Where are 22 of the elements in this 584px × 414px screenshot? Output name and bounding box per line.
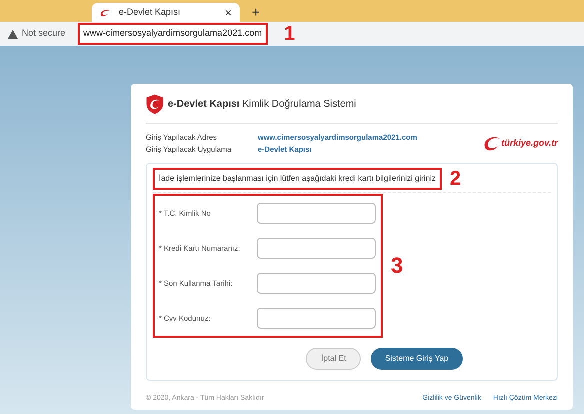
input-field[interactable] xyxy=(257,203,376,224)
tab-title: e-Devlet Kapısı xyxy=(119,6,182,19)
input-field[interactable] xyxy=(257,273,376,294)
shield-logo-icon xyxy=(146,94,164,115)
warning-icon xyxy=(8,30,18,38)
annotation-number: 2 xyxy=(450,169,462,189)
close-tab-button[interactable]: × xyxy=(224,6,232,18)
input-field[interactable] xyxy=(257,308,376,329)
card-title: e-Devlet Kapısı Kimlik Doğrulama Sistemi xyxy=(168,98,356,112)
new-tab-button[interactable]: + xyxy=(252,5,260,19)
brand-logo-icon xyxy=(483,136,502,152)
url-field[interactable]: www-cimersosyalyardimsorgulama2021.com xyxy=(78,23,268,45)
logo-icon xyxy=(100,8,111,16)
annotation-number: 3 xyxy=(391,254,404,276)
cancel-button[interactable]: İptal Et xyxy=(306,348,362,370)
instruction-text: İade işlemlerinize başlanması için lütfen aşağıdaki kredi kartı bilgilerinizi giriniz xyxy=(153,168,442,190)
browser-tab[interactable]: e-Devlet Kapısı × xyxy=(92,3,240,22)
login-button[interactable]: Sisteme Giriş Yap xyxy=(371,348,463,370)
annotation-number: 1 xyxy=(284,24,296,44)
input-field[interactable] xyxy=(257,238,376,259)
security-label: Not secure xyxy=(22,27,66,40)
brand-text: türkiye.gov.tr xyxy=(501,137,558,150)
